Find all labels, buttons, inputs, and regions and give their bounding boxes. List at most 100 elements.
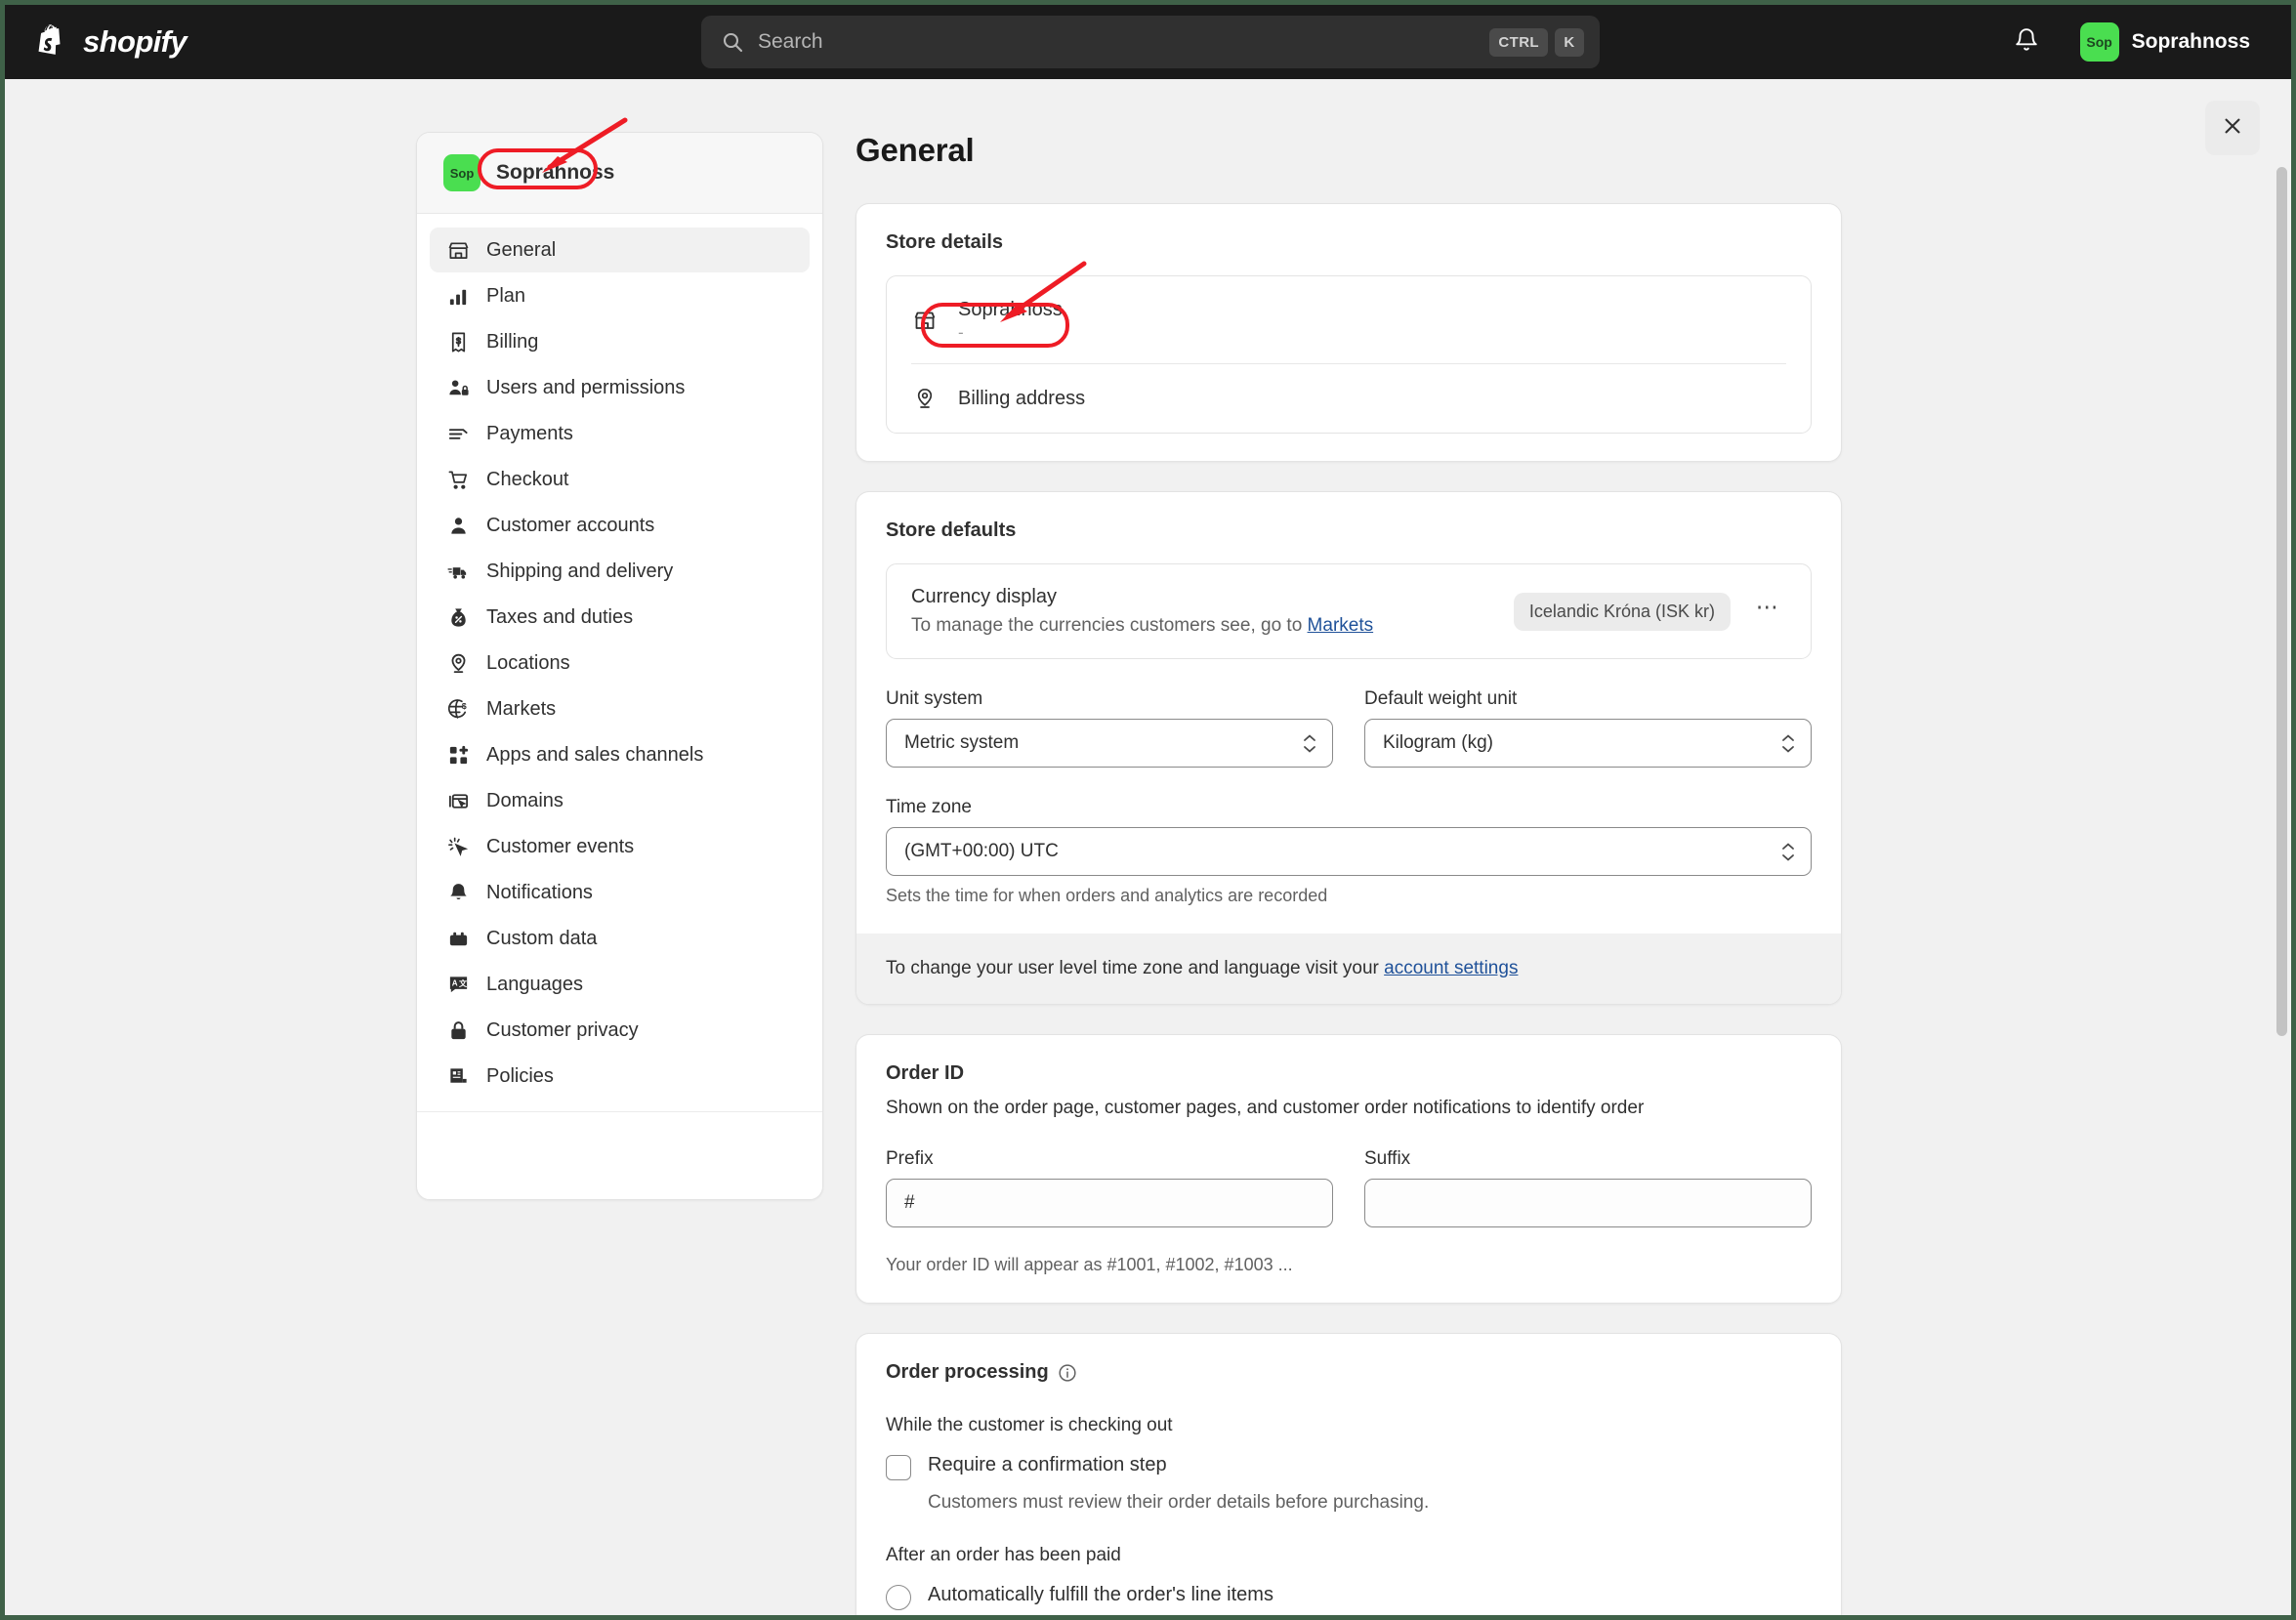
translate-icon: A 文 [446,973,470,996]
cursor-click-icon [446,835,470,858]
info-circle-icon[interactable] [1058,1363,1077,1383]
kbd-k: K [1555,27,1584,57]
sidebar-item-policies[interactable]: Policies [430,1054,810,1099]
user-menu-button[interactable]: Sop Soprahnoss [2074,17,2262,67]
search-placeholder: Search [758,30,823,53]
prefix-label: Prefix [886,1148,934,1169]
chevron-updown-icon [1303,733,1316,753]
billing-address-label: Billing address [958,387,1086,409]
receipt-dollar-icon [446,330,470,353]
close-icon [2222,115,2243,142]
account-settings-banner: To change your user level time zone and … [856,934,1841,1004]
currency-badge: Icelandic Króna (ISK kr) [1513,592,1731,631]
fulfill-line-items-choice[interactable]: Automatically fulfill the order's line i… [886,1584,1812,1610]
time-zone-helper: Sets the time for when orders and analyt… [886,886,1328,905]
account-settings-link[interactable]: account settings [1384,958,1518,978]
prefix-input[interactable]: # [886,1179,1333,1227]
database-icon [446,927,470,950]
svg-text:A: A [451,978,457,987]
user-name-label: Soprahnoss [2131,30,2250,53]
sidebar-item-domains[interactable]: Domains [430,778,810,823]
sidebar-footer [417,1111,822,1199]
sidebar-item-label: Taxes and duties [486,605,634,628]
shopify-logo[interactable]: shopify [36,24,188,60]
global-search-bar[interactable]: Search CTRL K [701,16,1600,68]
sidebar-item-taxes-and-duties[interactable]: Taxes and duties [430,595,810,640]
store-defaults-title: Store defaults [886,519,1017,541]
markets-link[interactable]: Markets [1308,615,1374,636]
sidebar-item-payments[interactable]: Payments [430,411,810,456]
prefix-field: Prefix # [886,1148,1333,1227]
settings-main-content: General Store details Soprahnoss - Billi… [856,132,1842,1615]
sidebar-item-label: Apps and sales channels [486,743,704,766]
bell-icon [2014,27,2039,58]
order-id-fields: Prefix # Suffix [886,1148,1812,1227]
sidebar-item-label: Plan [486,284,526,307]
sidebar-item-general[interactable]: General [430,228,810,272]
sidebar-store-header[interactable]: Sop Soprahnoss [417,133,822,214]
require-confirmation-checkbox[interactable] [886,1455,911,1480]
time-zone-field: Time zone (GMT+00:00) UTC [886,797,1812,876]
location-pin-icon [911,387,939,410]
require-confirmation-choice[interactable]: Require a confirmation step [886,1454,1812,1480]
fulfill-line-items-label: Automatically fulfill the order's line i… [928,1584,1273,1605]
settings-modal-body: Sop Soprahnoss General Plan Billing User… [5,79,2291,1615]
sidebar-item-notifications[interactable]: Notifications [430,870,810,915]
globe-dollar-icon: $ [446,697,470,721]
require-confirmation-sub: Customers must review their order detail… [928,1492,1430,1513]
close-button[interactable] [2205,101,2260,155]
fulfill-line-items-radio[interactable] [886,1585,911,1610]
sidebar-item-apps-and-sales-channels[interactable]: Apps and sales channels [430,732,810,777]
currency-desc-text: To manage the currencies customers see, … [911,615,1308,636]
sidebar-item-locations[interactable]: Locations [430,641,810,685]
sidebar-item-markets[interactable]: $ Markets [430,686,810,731]
sidebar-item-shipping-and-delivery[interactable]: Shipping and delivery [430,549,810,594]
unit-fields-row: Unit system Metric system Default weight… [886,688,1812,768]
sidebar-item-label: Custom data [486,927,598,949]
sidebar-item-customer-accounts[interactable]: Customer accounts [430,503,810,548]
location-pin-icon [446,651,470,675]
notifications-button[interactable] [2004,20,2049,64]
sidebar-item-users-and-permissions[interactable]: Users and permissions [430,365,810,410]
search-icon [721,30,744,54]
unit-system-select[interactable]: Metric system [886,719,1333,768]
suffix-field: Suffix [1364,1148,1812,1227]
shopping-cart-icon [446,468,470,491]
sidebar-item-customer-events[interactable]: Customer events [430,824,810,869]
vertical-scrollbar-thumb[interactable] [2276,167,2287,1036]
time-zone-value: (GMT+00:00) UTC [904,841,1059,861]
default-weight-unit-select[interactable]: Kilogram (kg) [1364,719,1812,768]
currency-display-row: Currency display To manage the currencie… [886,563,1812,659]
default-weight-unit-field: Default weight unit Kilogram (kg) [1364,688,1812,768]
policy-document-icon [446,1064,470,1088]
kbd-ctrl: CTRL [1489,27,1548,57]
person-icon [446,514,470,537]
store-avatar: Sop [443,154,480,191]
store-icon [911,309,939,332]
currency-display-description: To manage the currencies customers see, … [911,615,1373,637]
sidebar-item-checkout[interactable]: Checkout [430,457,810,502]
payment-card-icon [446,422,470,445]
sidebar-item-label: Payments [486,422,573,444]
sidebar-item-billing[interactable]: Billing [430,319,810,364]
time-zone-select[interactable]: (GMT+00:00) UTC [886,827,1812,876]
suffix-label: Suffix [1364,1148,1411,1169]
billing-address-row[interactable]: Billing address [887,364,1811,433]
unit-system-label: Unit system [886,688,983,709]
order-processing-title: Order processing [886,1361,1049,1383]
sidebar-item-label: Domains [486,789,564,811]
sidebar-item-plan[interactable]: Plan [430,273,810,318]
sidebar-item-customer-privacy[interactable]: Customer privacy [430,1008,810,1053]
currency-display-label: Currency display [911,586,1057,607]
sidebar-item-languages[interactable]: A 文 Languages [430,962,810,1007]
lock-icon [446,1018,470,1042]
order-processing-card: Order processing While the customer is c… [856,1333,1842,1615]
sidebar-nav-list: General Plan Billing Users and permissio… [417,214,822,1099]
store-name-row[interactable]: Soprahnoss - [887,276,1811,363]
sidebar-item-label: Policies [486,1064,554,1087]
sidebar-item-custom-data[interactable]: Custom data [430,916,810,961]
sidebar-store-name: Soprahnoss [496,161,615,184]
checking-out-label: While the customer is checking out [886,1415,1173,1435]
suffix-input[interactable] [1364,1179,1812,1227]
ellipsis-icon[interactable]: ⋯ [1749,593,1786,630]
